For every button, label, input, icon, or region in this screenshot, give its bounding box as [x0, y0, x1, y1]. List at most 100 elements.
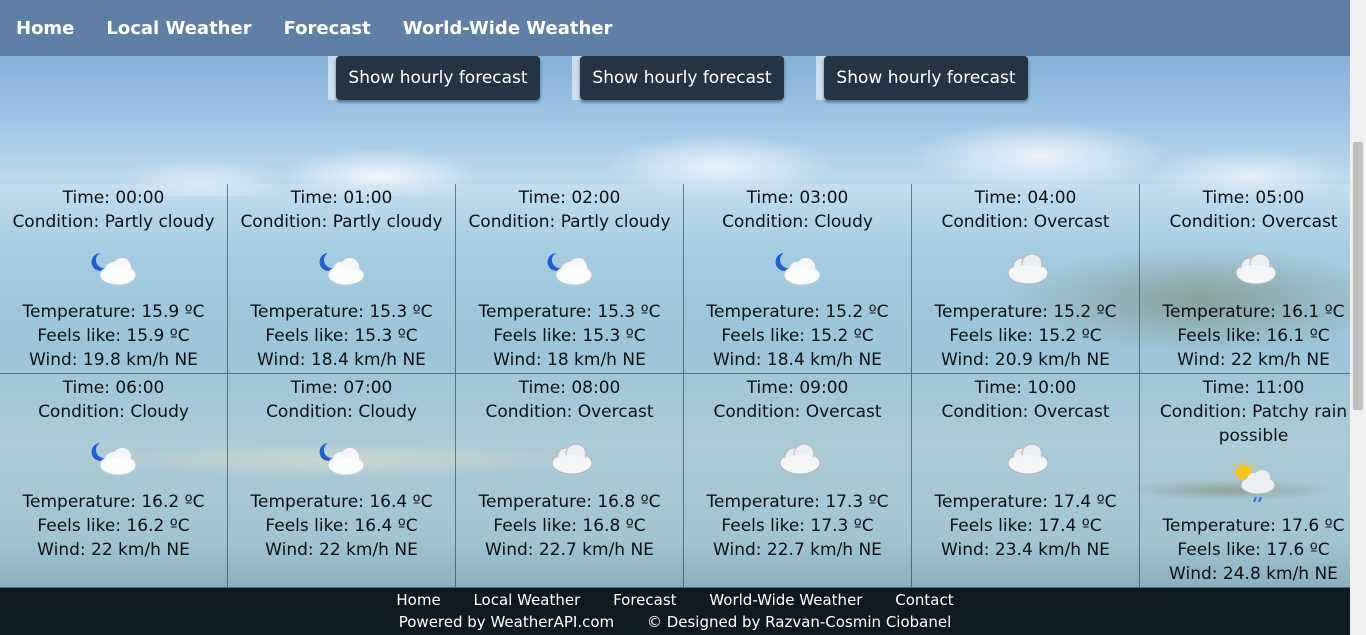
hour-temperature: Temperature: 15.3 ºC [250, 302, 433, 322]
footer-world-wide-weather-link[interactable]: World-Wide Weather [709, 591, 862, 609]
hour-feels-like: Feels like: 15.3 ºC [493, 326, 646, 346]
designed-by-text: © Designed by Razvan-Cosmin Ciobanel [646, 613, 952, 631]
footer-forecast-link[interactable]: Forecast [613, 591, 676, 609]
hour-feels-like: Feels like: 16.4 ºC [265, 516, 418, 536]
hourly-forecast-cell: Time: 05:00 Condition: Overcast Temperatur… [1140, 184, 1366, 374]
hour-time: Time: 00:00 [62, 188, 165, 208]
hour-feels-like: Feels like: 17.3 ºC [721, 516, 874, 536]
hour-condition: Condition: Partly cloudy [12, 212, 215, 232]
page-footer: Home Local Weather Forecast World-Wide W… [0, 588, 1350, 635]
hourly-forecast-cell: Time: 06:00 Condition: Cloudy Temperature:… [0, 374, 228, 588]
hour-wind: Wind: 18 km/h NE [493, 350, 646, 370]
moon-cloud-icon [684, 236, 911, 298]
hour-temperature: Temperature: 17.6 ºC [1162, 516, 1345, 536]
hour-feels-like: Feels like: 15.2 ºC [721, 326, 874, 346]
forecast-day-2-panel: Show hourly forecast [572, 56, 784, 100]
hour-condition: Condition: Cloudy [38, 402, 189, 422]
moon-cloud-icon [228, 236, 455, 298]
hour-condition: Condition: Cloudy [266, 402, 417, 422]
hourly-forecast-grid: Time: 00:00 Condition: Partly cloudy Tempe… [0, 184, 1366, 588]
moon-cloud-icon [0, 236, 227, 298]
hour-temperature: Temperature: 16.4 ºC [250, 492, 433, 512]
hourly-forecast-cell: Time: 09:00 Condition: Overcast Temperatur… [684, 374, 912, 588]
powered-by-text: Powered by WeatherAPI.com [398, 613, 615, 631]
hourly-forecast-cell: Time: 00:00 Condition: Partly cloudy Tempe… [0, 184, 228, 374]
moon-cloud-icon [0, 426, 227, 488]
hour-temperature: Temperature: 16.8 ºC [478, 492, 661, 512]
hour-time: Time: 02:00 [518, 188, 621, 208]
cloud-icon [1140, 236, 1366, 298]
hour-wind: Wind: 22.7 km/h NE [485, 540, 654, 560]
hour-condition: Condition: Overcast [941, 212, 1110, 232]
hour-wind: Wind: 22 km/h NE [1177, 350, 1330, 370]
forecast-day-3-panel: Show hourly forecast [816, 56, 1028, 100]
hour-time: Time: 07:00 [290, 378, 393, 398]
hourly-forecast-cell: Time: 11:00 Condition: Patchy rain possib… [1140, 374, 1366, 588]
hour-temperature: Temperature: 15.3 ºC [478, 302, 661, 322]
footer-contact-link[interactable]: Contact [895, 591, 953, 609]
hour-condition: Condition: Overcast [1169, 212, 1338, 232]
page-scrollbar[interactable] [1350, 0, 1366, 635]
forecast-day-1-panel: Show hourly forecast [328, 56, 540, 100]
hour-wind: Wind: 20.9 km/h NE [941, 350, 1110, 370]
cloud-icon [912, 426, 1139, 488]
hour-time: Time: 04:00 [974, 188, 1077, 208]
hour-time: Time: 03:00 [746, 188, 849, 208]
show-hourly-forecast-button-2[interactable]: Show hourly forecast [580, 56, 784, 100]
hour-feels-like: Feels like: 15.3 ºC [265, 326, 418, 346]
hour-condition: Condition: Cloudy [722, 212, 873, 232]
hour-feels-like: Feels like: 17.4 ºC [949, 516, 1102, 536]
footer-home-link[interactable]: Home [396, 591, 440, 609]
hour-time: Time: 10:00 [974, 378, 1077, 398]
cloud-icon [684, 426, 911, 488]
scrollbar-thumb[interactable] [1353, 142, 1363, 410]
hour-time: Time: 05:00 [1202, 188, 1305, 208]
hour-feels-like: Feels like: 17.6 ºC [1177, 540, 1330, 560]
hour-feels-like: Feels like: 15.2 ºC [949, 326, 1102, 346]
hour-wind: Wind: 19.8 km/h NE [29, 350, 198, 370]
hourly-forecast-cell: Time: 07:00 Condition: Cloudy Temperature:… [228, 374, 456, 588]
hour-feels-like: Feels like: 16.1 ºC [1177, 326, 1330, 346]
hour-wind: Wind: 22 km/h NE [265, 540, 418, 560]
hour-time: Time: 09:00 [746, 378, 849, 398]
hour-time: Time: 01:00 [290, 188, 393, 208]
hour-condition: Condition: Partly cloudy [240, 212, 443, 232]
nav-home-link[interactable]: Home [16, 18, 74, 39]
hourly-forecast-cell: Time: 03:00 Condition: Cloudy Temperature:… [684, 184, 912, 374]
hour-feels-like: Feels like: 16.8 ºC [493, 516, 646, 536]
hour-time: Time: 11:00 [1202, 378, 1305, 398]
nav-world-wide-weather-link[interactable]: World-Wide Weather [403, 18, 613, 39]
hour-wind: Wind: 23.4 km/h NE [941, 540, 1110, 560]
nav-local-weather-link[interactable]: Local Weather [106, 18, 251, 39]
hour-time: Time: 06:00 [62, 378, 165, 398]
hour-wind: Wind: 18.4 km/h NE [257, 350, 426, 370]
hour-wind: Wind: 24.8 km/h NE [1169, 564, 1338, 584]
hour-time: Time: 08:00 [518, 378, 621, 398]
hourly-forecast-cell: Time: 10:00 Condition: Overcast Temperatur… [912, 374, 1140, 588]
footer-local-weather-link[interactable]: Local Weather [473, 591, 580, 609]
moon-cloud-icon [228, 426, 455, 488]
hour-wind: Wind: 18.4 km/h NE [713, 350, 882, 370]
hour-temperature: Temperature: 15.2 ºC [706, 302, 889, 322]
hour-temperature: Temperature: 15.9 ºC [22, 302, 205, 322]
hourly-forecast-cell: Time: 04:00 Condition: Overcast Temperatur… [912, 184, 1140, 374]
cloud-icon [456, 426, 683, 488]
hour-feels-like: Feels like: 15.9 ºC [37, 326, 190, 346]
hour-wind: Wind: 22 km/h NE [37, 540, 190, 560]
hour-condition: Condition: Partly cloudy [468, 212, 671, 232]
hour-condition: Condition: Overcast [485, 402, 654, 422]
show-hourly-forecast-button-3[interactable]: Show hourly forecast [824, 56, 1028, 100]
hour-temperature: Temperature: 17.4 ºC [934, 492, 1117, 512]
moon-cloud-icon [456, 236, 683, 298]
show-hourly-forecast-button-1[interactable]: Show hourly forecast [336, 56, 540, 100]
cloud-icon [912, 236, 1139, 298]
top-navigation: Home Local Weather Forecast World-Wide W… [0, 0, 1366, 56]
sun-cloud-rain-icon [1140, 450, 1366, 512]
footer-credits: Powered by WeatherAPI.com © Designed by … [0, 613, 1350, 631]
nav-forecast-link[interactable]: Forecast [284, 18, 371, 39]
hourly-forecast-cell: Time: 08:00 Condition: Overcast Temperatur… [456, 374, 684, 588]
hour-temperature: Temperature: 17.3 ºC [706, 492, 889, 512]
hour-wind: Wind: 22.7 km/h NE [713, 540, 882, 560]
hour-condition: Condition: Overcast [713, 402, 882, 422]
hour-temperature: Temperature: 16.1 ºC [1162, 302, 1345, 322]
